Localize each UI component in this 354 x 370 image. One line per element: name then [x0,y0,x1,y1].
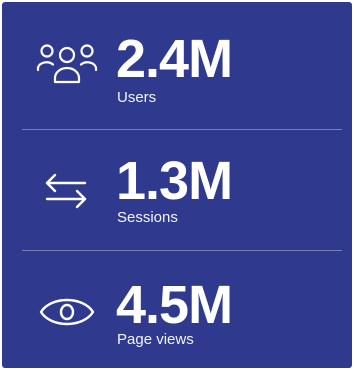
users-label: Users [117,89,157,106]
sessions-label: Sessions [117,209,178,226]
sessions-value: 1.3M [116,151,233,211]
eye-icon [35,288,99,336]
swap-arrows-icon [35,166,99,214]
stats-card: 2.4M Users 1.3M Sessions 4.5M Page views [2,2,352,368]
users-value: 2.4M [116,29,233,89]
stat-sessions: 1.3M Sessions [2,130,352,250]
page-views-label: Page views [117,331,194,348]
users-icon [35,40,99,88]
page-views-value: 4.5M [116,275,233,335]
stat-page-views: 4.5M Page views [2,250,352,368]
stat-users: 2.4M Users [2,2,352,122]
